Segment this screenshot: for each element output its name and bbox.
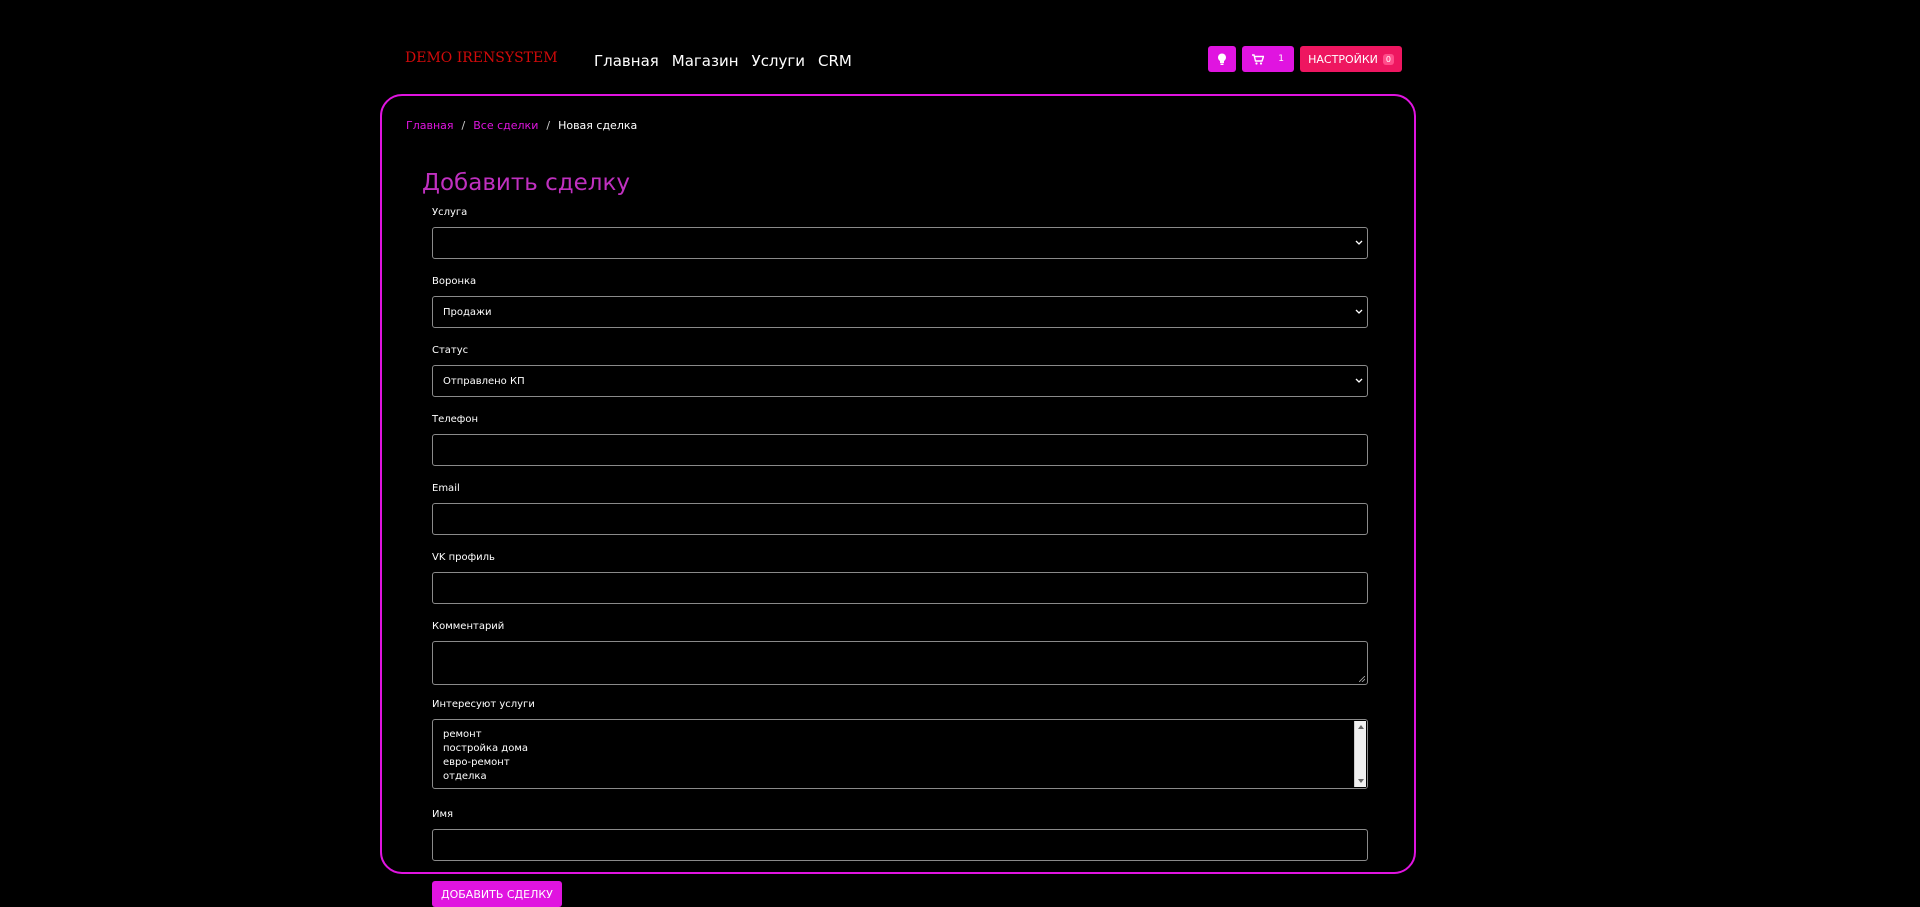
scroll-up-icon[interactable]	[1358, 725, 1364, 729]
settings-label: НАСТРОЙКИ	[1308, 52, 1378, 66]
email-label: Email	[432, 483, 460, 494]
chevron-down-icon	[1355, 240, 1363, 245]
email-input[interactable]	[432, 503, 1368, 535]
breadcrumb-separator: /	[546, 119, 551, 132]
funnel-select[interactable]: Продажи	[432, 296, 1368, 328]
breadcrumb: Главная / Все сделки / Новая сделка	[406, 119, 637, 132]
nav-item-crm[interactable]: CRM	[818, 52, 852, 70]
funnel-label: Воронка	[432, 276, 477, 287]
vk-profile-input[interactable]	[432, 572, 1368, 604]
interests-options: ремонт постройка дома евро-ремонт отделк…	[443, 728, 528, 784]
name-input[interactable]	[432, 829, 1368, 861]
top-header: DEMO IRENSYSTEM Главная Магазин Услуги C…	[380, 40, 1402, 80]
chevron-down-icon	[1355, 309, 1363, 314]
settings-button[interactable]: НАСТРОЙКИ 0	[1300, 46, 1402, 72]
interests-label: Интересуют услуги	[432, 699, 535, 710]
interests-option[interactable]: евро-ремонт	[443, 756, 528, 770]
add-deal-button[interactable]: ДОБАВИТЬ СДЕЛКУ	[432, 881, 562, 907]
nav-item-home[interactable]: Главная	[594, 52, 659, 70]
page-title: Добавить сделку	[422, 170, 630, 196]
lightbulb-icon	[1218, 53, 1227, 65]
vk-profile-label: VK профиль	[432, 552, 495, 563]
cart-button[interactable]: 1	[1242, 46, 1295, 72]
add-deal-form: Услуга Воронка Продажи Статус Отправлено…	[432, 206, 1368, 907]
deal-card: Главная / Все сделки / Новая сделка Добавить…	[380, 94, 1416, 907]
interests-option[interactable]: отделка	[443, 770, 528, 784]
breadcrumb-separator: /	[461, 119, 466, 132]
status-label: Статус	[432, 345, 469, 356]
service-select[interactable]	[432, 227, 1368, 259]
phone-input[interactable]	[432, 434, 1368, 466]
resize-grip-icon[interactable]	[1359, 676, 1365, 682]
scroll-down-icon[interactable]	[1358, 779, 1364, 783]
funnel-select-value: Продажи	[443, 306, 492, 318]
name-label: Имя	[432, 809, 454, 820]
nav-item-services[interactable]: Услуги	[752, 52, 805, 70]
nav-item-shop[interactable]: Магазин	[672, 52, 739, 70]
interests-multiselect[interactable]: ремонт постройка дома евро-ремонт отделк…	[432, 719, 1368, 789]
main-nav: Главная Магазин Услуги CRM	[594, 52, 852, 70]
brand-logo[interactable]: DEMO IRENSYSTEM	[405, 50, 558, 66]
breadcrumb-current: Новая сделка	[558, 119, 638, 132]
interests-option[interactable]: ремонт	[443, 728, 528, 742]
comment-textarea[interactable]	[432, 641, 1368, 685]
service-label: Услуга	[432, 207, 468, 218]
header-actions: 1 НАСТРОЙКИ 0	[1208, 46, 1402, 72]
breadcrumb-all-deals[interactable]: Все сделки	[473, 119, 538, 132]
interests-option[interactable]: постройка дома	[443, 742, 528, 756]
cart-count: 1	[1278, 54, 1284, 64]
interests-scrollbar[interactable]	[1354, 721, 1366, 787]
settings-badge: 0	[1382, 53, 1394, 65]
cart-icon	[1252, 53, 1265, 65]
status-select-value: Отправлено КП	[443, 375, 525, 387]
comment-label: Комментарий	[432, 621, 505, 632]
phone-label: Телефон	[432, 414, 479, 425]
breadcrumb-home[interactable]: Главная	[406, 119, 454, 132]
chevron-down-icon	[1355, 378, 1363, 383]
idea-button[interactable]	[1208, 46, 1237, 72]
status-select[interactable]: Отправлено КП	[432, 365, 1368, 397]
